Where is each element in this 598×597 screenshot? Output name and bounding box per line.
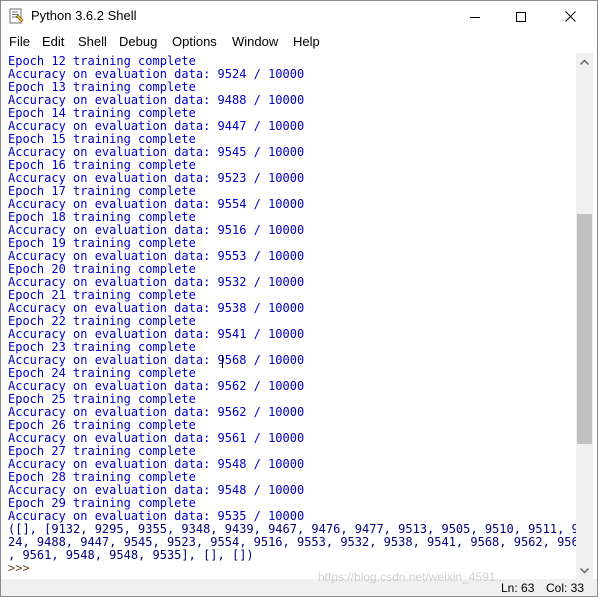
status-bar: Ln: 63 Col: 33 — [1, 579, 597, 596]
shell-output-area[interactable]: Epoch 12 training complete Accuracy on e… — [1, 53, 576, 579]
shell-prompt[interactable]: >>> — [8, 562, 30, 575]
close-icon — [565, 11, 576, 22]
vertical-scrollbar[interactable] — [576, 53, 593, 579]
menu-debug[interactable]: Debug — [119, 34, 157, 49]
menu-bar: File Edit Shell Debug Options Window Hel… — [1, 32, 597, 53]
window-title: Python 3.6.2 Shell — [31, 8, 137, 23]
menu-window[interactable]: Window — [232, 34, 278, 49]
minimize-button[interactable] — [452, 1, 498, 32]
maximize-icon — [516, 11, 526, 22]
close-button[interactable] — [544, 1, 597, 32]
result-line: , 9561, 9548, 9548, 9535], [], []) — [8, 548, 254, 562]
text-cursor — [222, 355, 223, 368]
scroll-down-button[interactable] — [576, 562, 593, 579]
scroll-up-button[interactable] — [576, 53, 593, 70]
menu-help[interactable]: Help — [293, 34, 320, 49]
minimize-icon — [470, 16, 480, 18]
status-column-number: Col: 33 — [546, 581, 585, 595]
maximize-button[interactable] — [498, 1, 544, 32]
chevron-up-icon — [580, 59, 589, 65]
menu-options[interactable]: Options — [172, 34, 217, 49]
title-bar[interactable]: Python 3.6.2 Shell — [1, 1, 597, 32]
status-line-number: Ln: 63 — [501, 581, 535, 595]
idle-shell-window: Python 3.6.2 Shell File Edit Shell Debug… — [0, 0, 598, 597]
chevron-down-icon — [580, 567, 589, 573]
menu-file[interactable]: File — [9, 34, 30, 49]
menu-shell[interactable]: Shell — [78, 34, 107, 49]
scrollbar-thumb[interactable] — [577, 214, 592, 444]
watermark: https://blog.csdn.net/weixin_4591... — [318, 570, 506, 584]
python-idle-icon — [9, 8, 24, 24]
menu-edit[interactable]: Edit — [42, 34, 64, 49]
